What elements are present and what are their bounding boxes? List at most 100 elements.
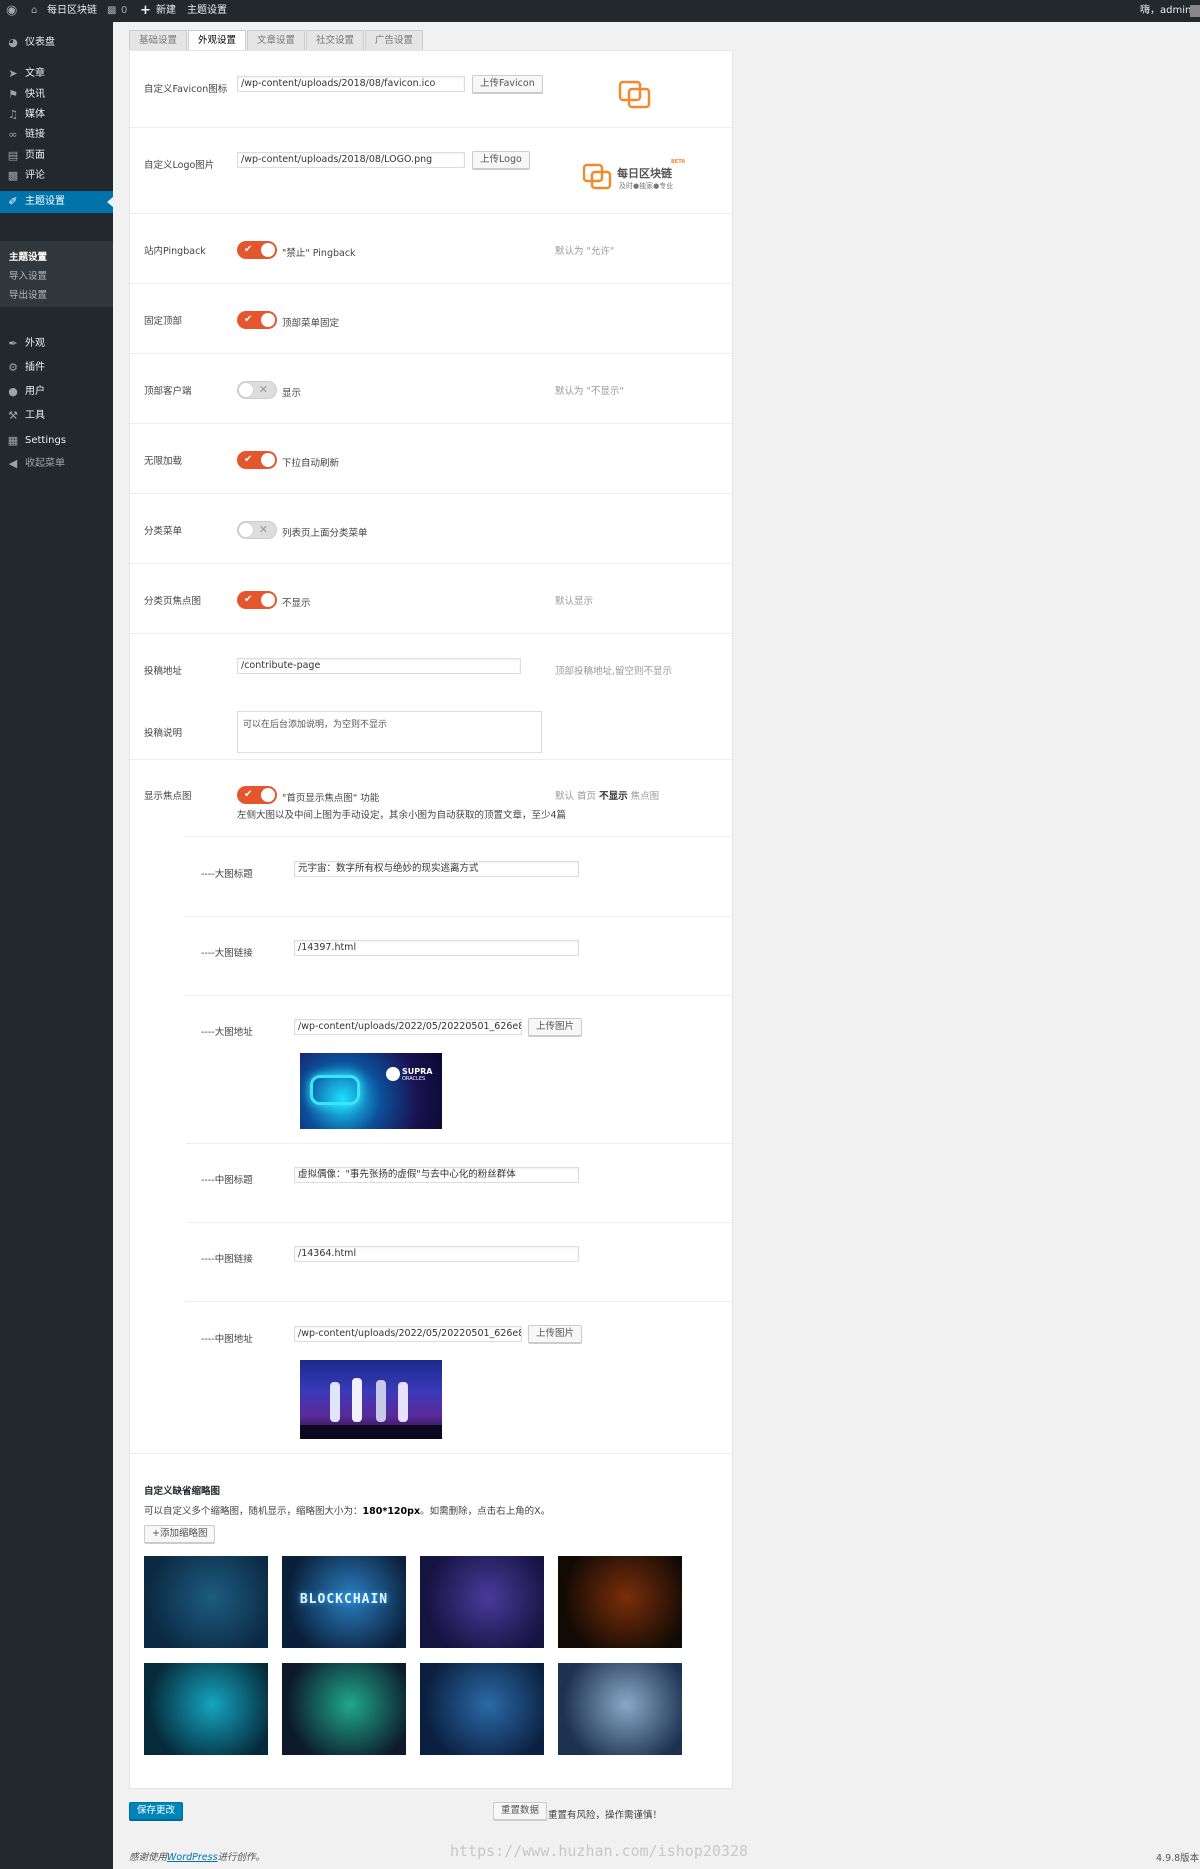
big-link-label: ----大图链接 (201, 948, 253, 959)
sidebar-item-theme-settings[interactable]: ✐ 主题设置 (0, 191, 113, 213)
logo-url-input[interactable]: /wp-content/uploads/2018/08/LOGO.png (237, 152, 465, 168)
sidebar-item-flash[interactable]: ⚑ 快讯 (0, 84, 113, 106)
comment-bubble-icon[interactable]: ▩ (107, 0, 116, 22)
default-thumbnail[interactable] (558, 1556, 682, 1648)
favicon-url-input[interactable]: /wp-content/uploads/2018/08/favicon.ico (237, 76, 465, 92)
sidebar-item-users[interactable]: ● 用户 (0, 381, 113, 403)
upload-logo-button[interactable]: 上传Logo (472, 151, 530, 169)
plus-icon[interactable]: + (140, 0, 151, 22)
focus-text: "首页显示焦点图" 功能 (282, 793, 380, 804)
sidebar-item-label: 用户 (25, 386, 45, 397)
default-thumbnail[interactable] (558, 1663, 682, 1755)
submenu-import-settings[interactable]: 导入设置 (9, 268, 47, 282)
pingback-text: "禁止" Pingback (282, 248, 356, 259)
favicon-preview (618, 80, 651, 109)
sidebar-item-tools[interactable]: ⚒ 工具 (0, 405, 113, 427)
theme-settings-link[interactable]: 主题设置 (187, 0, 227, 22)
preview-brand: SUPRA (402, 1067, 433, 1076)
tab-basic[interactable]: 基础设置 (129, 30, 188, 50)
default-thumbnail[interactable] (144, 1556, 268, 1648)
row-divider (130, 353, 732, 354)
sidebar-item-label: 快讯 (25, 89, 45, 100)
sidebar-item-dashboard[interactable]: ◕ 仪表盘 (0, 32, 113, 54)
default-thumbnail[interactable] (144, 1663, 268, 1755)
pingback-default: 默认为 "允许" (555, 246, 615, 257)
check-icon: ✔ (244, 244, 253, 255)
pingback-toggle[interactable]: ✔ (237, 241, 277, 259)
sidebar-item-settings[interactable]: ▦ Settings (0, 430, 113, 452)
submenu-export-settings[interactable]: 导出设置 (9, 287, 47, 301)
cat-menu-text: 列表页上面分类菜单 (282, 528, 368, 539)
tab-social[interactable]: 社交设置 (306, 30, 365, 50)
tab-appearance[interactable]: 外观设置 (188, 30, 247, 51)
settings-panel: 自定义Favicon图标 /wp-content/uploads/2018/08… (129, 50, 733, 1789)
wordpress-link[interactable]: WordPress (167, 1852, 218, 1863)
top-client-text: 显示 (282, 388, 302, 399)
row-divider (186, 836, 732, 837)
upload-favicon-button[interactable]: 上传Favicon (472, 75, 543, 93)
new-content-link[interactable]: 新建 (156, 0, 176, 22)
sidebar-item-links[interactable]: ∞ 链接 (0, 124, 113, 146)
sidebar-item-comments[interactable]: ▩ 评论 (0, 165, 113, 187)
default-thumbnail[interactable] (420, 1663, 544, 1755)
infinite-text: 下拉自动刷新 (282, 458, 340, 469)
sidebar-item-label: 收起菜单 (25, 458, 65, 469)
mid-image-input[interactable]: /wp-content/uploads/2022/05/20220501_626… (294, 1326, 522, 1342)
tab-article[interactable]: 文章设置 (247, 30, 306, 50)
contribute-note-textarea[interactable]: 可以在后台添加说明，为空则不显示 (237, 711, 542, 753)
wordpress-logo-icon[interactable]: ◉ (6, 0, 17, 22)
cat-focus-default: 默认显示 (555, 596, 594, 607)
avatar[interactable] (1190, 5, 1200, 17)
reset-data-button[interactable]: 重置数据 (493, 1802, 548, 1820)
big-title-input[interactable]: 元宇宙：数字所有权与绝妙的现实逃离方式 (294, 861, 579, 877)
add-thumbnail-button[interactable]: +添加缩略图 (144, 1525, 216, 1543)
focus-default-bold: 不显示 (599, 791, 628, 802)
fixed-top-label: 固定顶部 (144, 316, 183, 327)
row-divider (130, 633, 732, 634)
x-icon: ✕ (258, 523, 268, 536)
row-divider (130, 1453, 732, 1454)
mid-title-input[interactable]: 虚拟偶像："事先张扬的虚假"与去中心化的粉丝群体 (294, 1167, 579, 1183)
sidebar-item-label: Settings (25, 435, 67, 446)
submenu-theme-settings[interactable]: 主题设置 (9, 249, 47, 263)
sidebar-item-posts[interactable]: ➤ 文章 (0, 63, 113, 85)
logo-badge: BETA (671, 159, 686, 165)
focus-toggle[interactable]: ✔ (237, 786, 277, 804)
save-changes-button[interactable]: 保存更改 (129, 1802, 184, 1820)
big-image-preview: SUPRA ORACLES (300, 1053, 442, 1129)
thumbs-description: 可以自定义多个缩略图，随机显示，缩略图大小为：180*120px。如需删除，点击… (144, 1503, 550, 1517)
contribute-url-input[interactable]: /contribute-page (237, 658, 521, 674)
pin-icon: ➤ (8, 67, 18, 80)
big-link-input[interactable]: /14397.html (294, 940, 579, 956)
sidebar-item-appearance[interactable]: ✒ 外观 (0, 333, 113, 355)
sidebar-item-media[interactable]: ♫ 媒体 (0, 104, 113, 126)
mid-link-input[interactable]: /14364.html (294, 1246, 579, 1262)
upload-big-image-button[interactable]: 上传图片 (528, 1018, 583, 1036)
media-icon: ♫ (8, 108, 18, 121)
vr-headset-shape (310, 1075, 360, 1105)
sidebar-item-pages[interactable]: ▤ 页面 (0, 145, 113, 167)
logo-label: 自定义Logo图片 (144, 160, 215, 171)
sidebar-item-collapse[interactable]: ◀ 收起菜单 (0, 453, 113, 475)
tab-ads[interactable]: 广告设置 (365, 30, 424, 50)
cat-menu-toggle[interactable]: ✕ (237, 521, 277, 539)
settings-icon: ▦ (7, 434, 19, 447)
fixed-top-toggle[interactable]: ✔ (237, 311, 277, 329)
infinite-toggle[interactable]: ✔ (237, 451, 277, 469)
sidebar-item-plugins[interactable]: ⚙ 插件 (0, 357, 113, 379)
default-thumbnail[interactable]: BLOCKCHAIN (282, 1556, 406, 1648)
default-thumbnail[interactable] (420, 1556, 544, 1648)
infinite-label: 无限加载 (144, 456, 183, 467)
home-icon: ⌂ (31, 5, 38, 16)
sidebar-item-label: 仪表盘 (25, 37, 55, 48)
site-name-link[interactable]: 每日区块链 (47, 0, 97, 22)
top-client-toggle[interactable]: ✕ (237, 381, 277, 399)
sidebar-item-label: 页面 (25, 150, 45, 161)
big-image-input[interactable]: /wp-content/uploads/2022/05/20220501_626… (294, 1019, 522, 1035)
thumbnail-caption: BLOCKCHAIN (299, 1592, 389, 1607)
user-greeting[interactable]: 嗨，admin (1140, 0, 1191, 22)
default-thumbnail[interactable] (282, 1663, 406, 1755)
upload-mid-image-button[interactable]: 上传图片 (528, 1325, 583, 1343)
focus-default-suffix: 焦点图 (630, 791, 660, 802)
cat-focus-toggle[interactable]: ✔ (237, 591, 277, 609)
